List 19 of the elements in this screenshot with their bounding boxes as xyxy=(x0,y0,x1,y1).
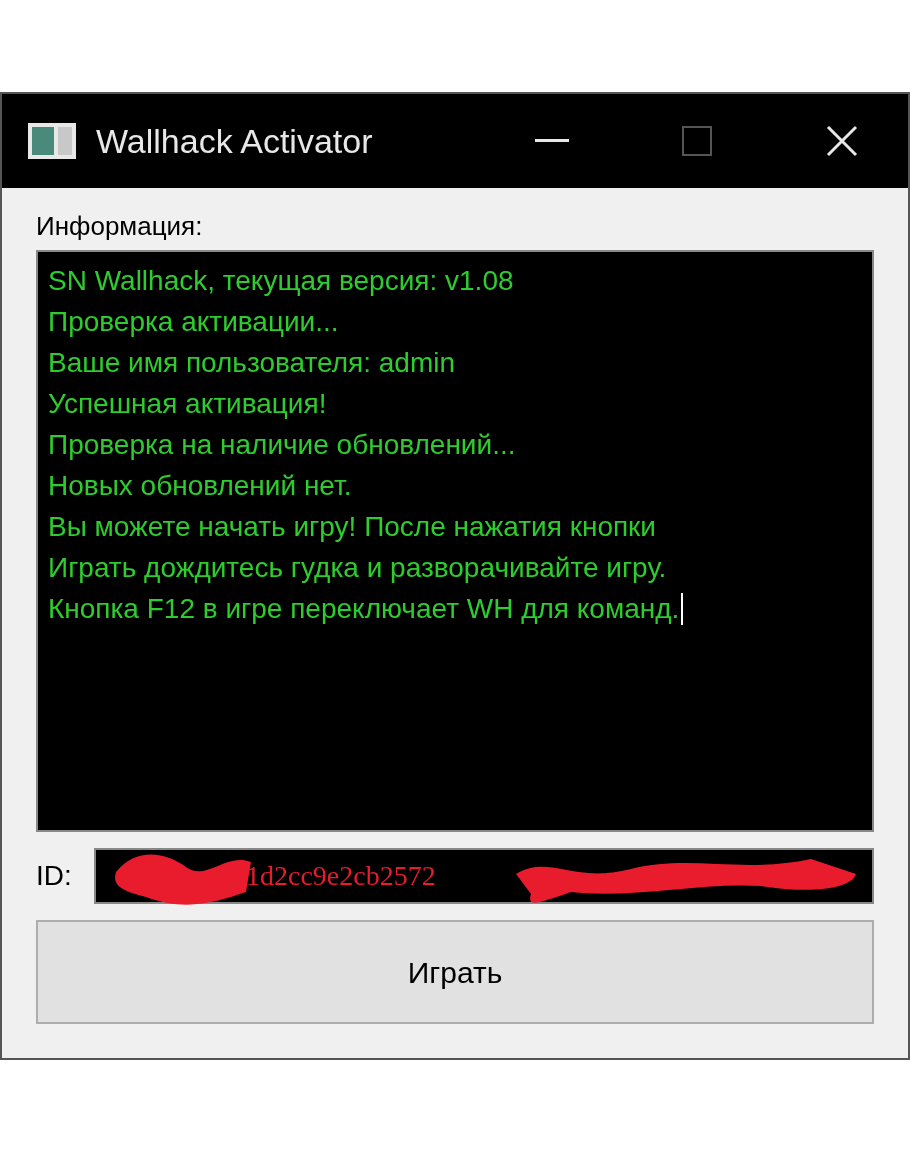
minimize-icon xyxy=(535,139,569,143)
window-title: Wallhack Activator xyxy=(96,120,373,162)
app-icon xyxy=(28,123,76,159)
console-line: Проверка активации... xyxy=(48,305,339,339)
console-line: Вы можете начать игру! После нажатия кнопки xyxy=(48,510,656,544)
text-cursor xyxy=(681,592,684,625)
close-icon xyxy=(826,125,858,157)
console-line: Новых обновлений нет. xyxy=(48,469,352,503)
console-line: Ваше имя пользователя: admin xyxy=(48,346,456,380)
console-line: Играть дождитесь гудка и разворачивайте игру. xyxy=(48,551,667,585)
id-label: ID: xyxy=(36,859,73,893)
console-line: Кнопка F12 в игре переключает WH для команд. xyxy=(48,592,680,626)
console-line: Проверка на наличие обновлений... xyxy=(48,428,516,462)
console-line: Успешная активация! xyxy=(48,387,327,421)
info-label: Информация: xyxy=(36,210,204,243)
play-button[interactable]: Играть xyxy=(36,920,874,1024)
console-line: SN Wallhack, текущая версия: v1.08 xyxy=(48,264,514,298)
maximize-icon xyxy=(682,126,712,156)
id-field[interactable]: 1d2cc9e2cb2572 xyxy=(94,848,874,904)
